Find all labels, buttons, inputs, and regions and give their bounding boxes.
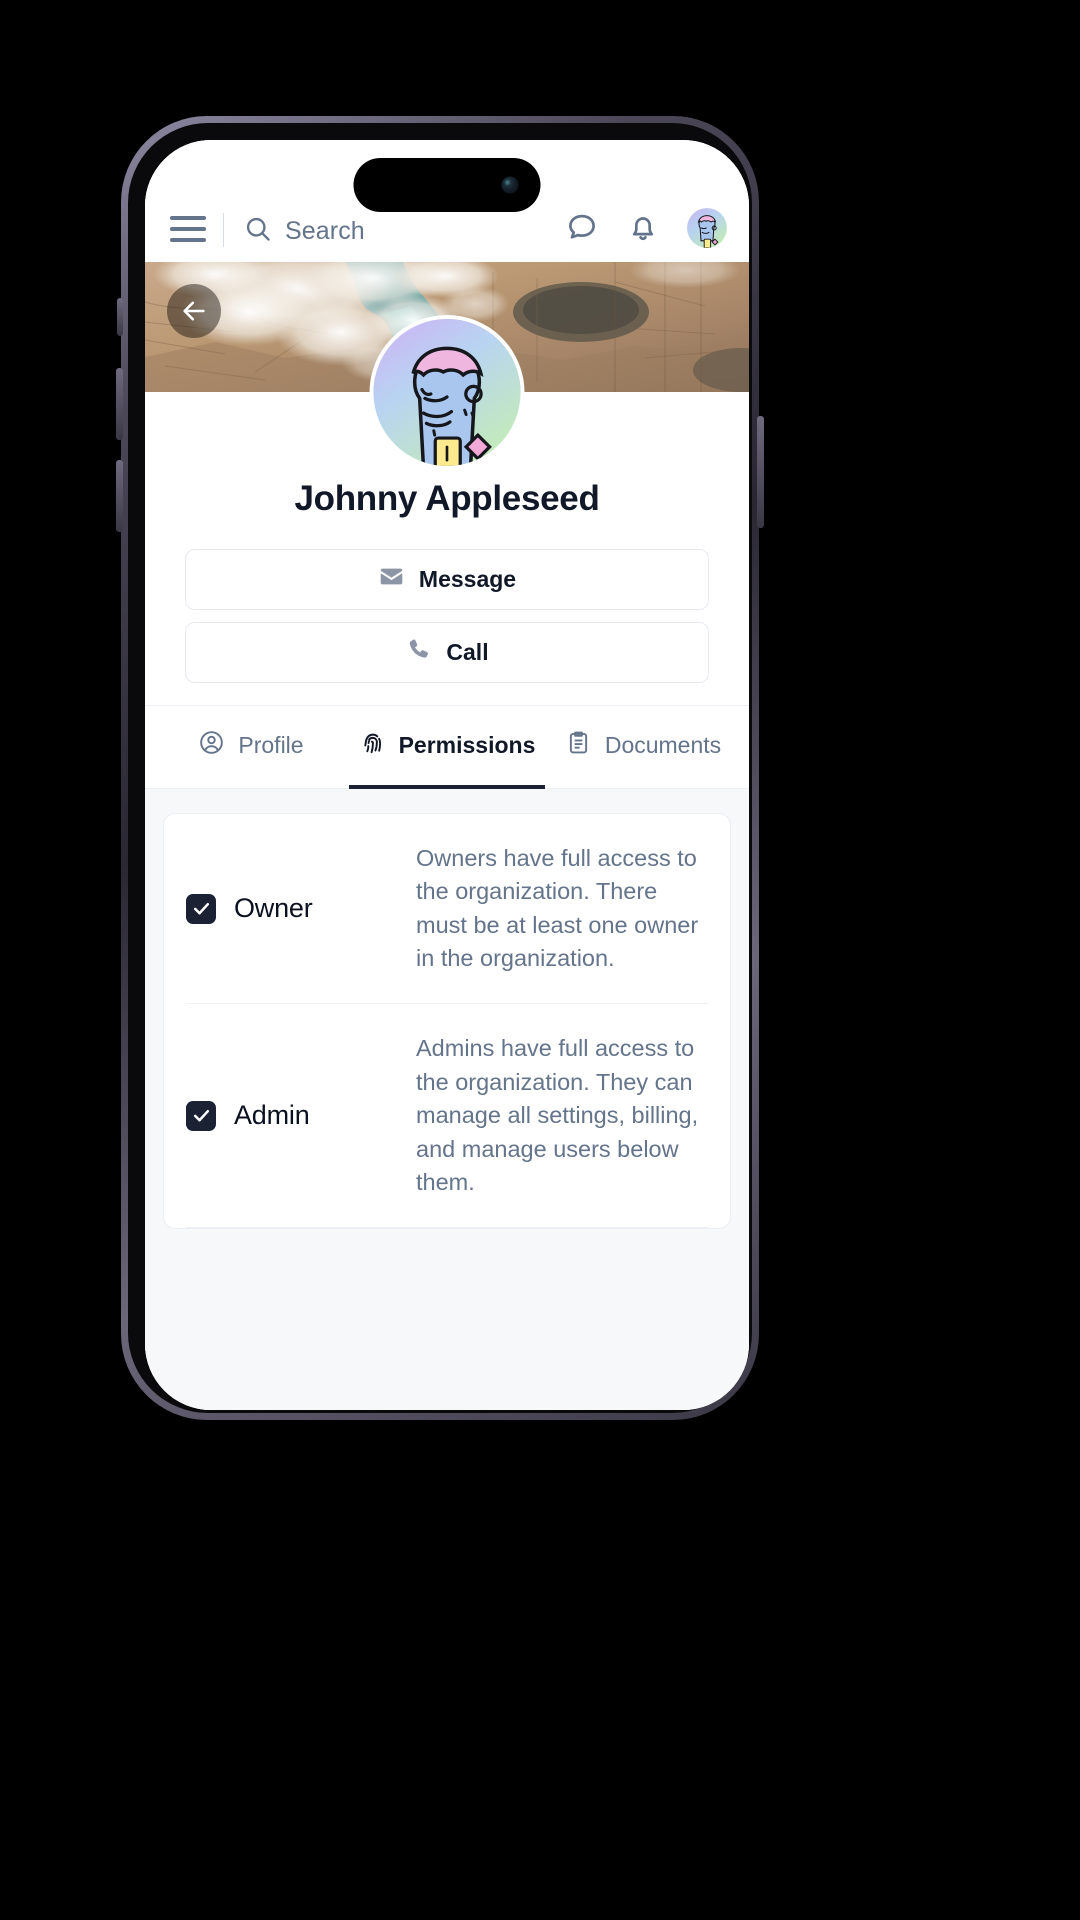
call-button-label: Call (446, 639, 489, 665)
search-input[interactable]: Search (244, 215, 565, 248)
owner-checkbox[interactable] (186, 893, 216, 924)
dynamic-island (353, 158, 541, 212)
tab-documents[interactable]: Documents (545, 706, 741, 789)
clipboard-icon (565, 729, 592, 762)
profile-avatar[interactable] (373, 319, 521, 466)
front-camera-icon (501, 176, 519, 194)
screenshot-root: Search Johnny Appleseed Message Call Pro… (0, 0, 1080, 1920)
message-button-label: Message (418, 566, 517, 592)
user-circle-icon (198, 729, 225, 762)
admin-description: Admins have full access to the organizat… (416, 1035, 699, 1195)
navbar-divider (223, 213, 224, 247)
permission-admin-control: Admin (186, 1100, 398, 1131)
owner-label: Owner (234, 893, 313, 924)
user-avatar[interactable] (687, 208, 727, 248)
phone-screen: Search Johnny Appleseed Message Call Pro… (145, 140, 749, 1410)
checkmark-icon (193, 1110, 209, 1122)
profile-tabs: Profile Permissions Documents (145, 705, 749, 789)
profile-action-buttons: Message Call (167, 519, 727, 705)
tab-permissions-label: Permissions (398, 732, 536, 758)
tab-profile[interactable]: Profile (153, 706, 349, 789)
arrow-left-icon (183, 301, 205, 321)
permission-row-admin[interactable]: Admin Admins have full access to the org… (186, 1004, 708, 1229)
phone-icon (405, 636, 432, 669)
permissions-card: Owner Owners have full access to the org… (163, 813, 731, 1230)
silent-switch-button[interactable] (117, 298, 123, 336)
permissions-panel: Owner Owners have full access to the org… (145, 789, 749, 1410)
tab-profile-label: Profile (238, 732, 304, 758)
search-placeholder-text: Search (285, 217, 365, 245)
permission-row-owner[interactable]: Owner Owners have full access to the org… (186, 814, 708, 1005)
tab-permissions[interactable]: Permissions (349, 706, 545, 789)
phone-bezel: Search Johnny Appleseed Message Call Pro… (128, 123, 752, 1413)
chat-bubble-icon[interactable] (565, 211, 599, 245)
envelope-icon (378, 563, 405, 596)
phone-device-frame: Search Johnny Appleseed Message Call Pro… (116, 116, 764, 1420)
back-button[interactable] (167, 284, 221, 338)
fingerprint-icon (359, 729, 386, 762)
volume-up-button[interactable] (116, 368, 123, 440)
permission-owner-control: Owner (186, 893, 398, 924)
app-viewport: Search Johnny Appleseed Message Call Pro… (145, 140, 749, 1410)
profile-header: Johnny Appleseed Message Call (145, 319, 749, 705)
hamburger-menu-icon[interactable] (167, 208, 209, 250)
checkmark-icon (193, 903, 209, 915)
owner-description: Owners have full access to the organizat… (416, 845, 699, 972)
tab-documents-label: Documents (604, 732, 722, 758)
admin-label: Admin (234, 1100, 310, 1131)
admin-checkbox[interactable] (186, 1100, 216, 1131)
search-icon (244, 215, 272, 248)
call-button[interactable]: Call (185, 622, 709, 683)
bell-icon[interactable] (626, 211, 660, 245)
power-button[interactable] (757, 416, 764, 528)
volume-down-button[interactable] (116, 460, 123, 532)
message-button[interactable]: Message (185, 549, 709, 610)
navbar-actions (565, 208, 727, 248)
